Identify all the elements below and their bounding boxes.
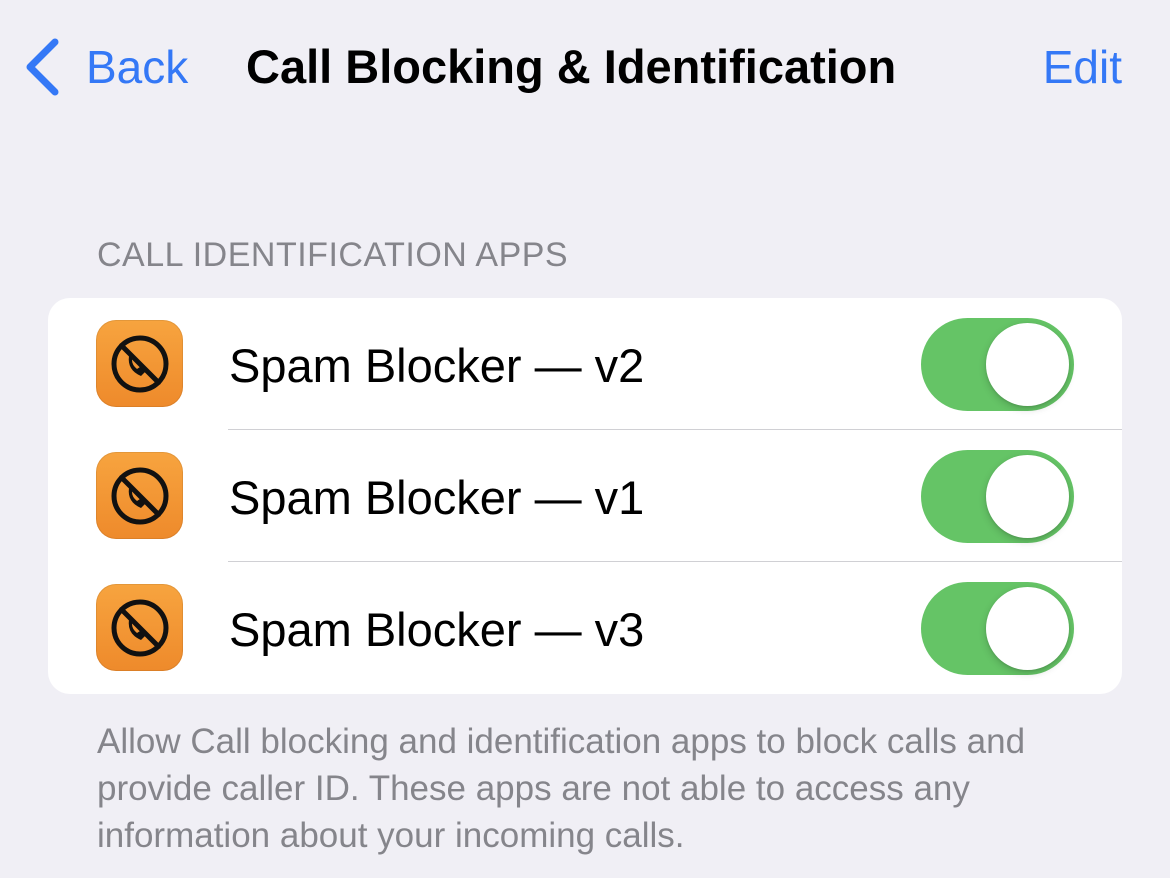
chevron-left-icon: [26, 38, 59, 96]
toggle-knob: [986, 587, 1069, 670]
app-toggle[interactable]: [921, 582, 1074, 675]
list-item: Spam Blocker — v1: [48, 430, 1122, 562]
toggle-knob: [986, 455, 1069, 538]
app-toggle[interactable]: [921, 450, 1074, 543]
apps-list: Spam Blocker — v2 Spam Blocker — v1 Spam…: [48, 298, 1122, 694]
app-name: Spam Blocker — v3: [229, 603, 645, 656]
list-item: Spam Blocker — v3: [48, 562, 1122, 694]
no-phone-icon: [96, 452, 183, 539]
edit-button[interactable]: Edit: [1043, 38, 1122, 96]
list-item: Spam Blocker — v2: [48, 298, 1122, 430]
section-header: CALL IDENTIFICATION APPS: [97, 236, 569, 274]
navigation-bar: Back Call Blocking & Identification Edit: [0, 0, 1170, 134]
page-title: Call Blocking & Identification: [246, 40, 897, 93]
app-name: Spam Blocker — v2: [229, 339, 645, 392]
back-label: Back: [86, 41, 189, 93]
app-toggle[interactable]: [921, 318, 1074, 411]
toggle-knob: [986, 323, 1069, 406]
back-button[interactable]: Back: [24, 36, 188, 98]
no-phone-icon: [96, 320, 183, 407]
app-name: Spam Blocker — v1: [229, 471, 645, 524]
no-phone-icon: [96, 584, 183, 671]
section-footer: Allow Call blocking and identification a…: [97, 722, 1026, 855]
